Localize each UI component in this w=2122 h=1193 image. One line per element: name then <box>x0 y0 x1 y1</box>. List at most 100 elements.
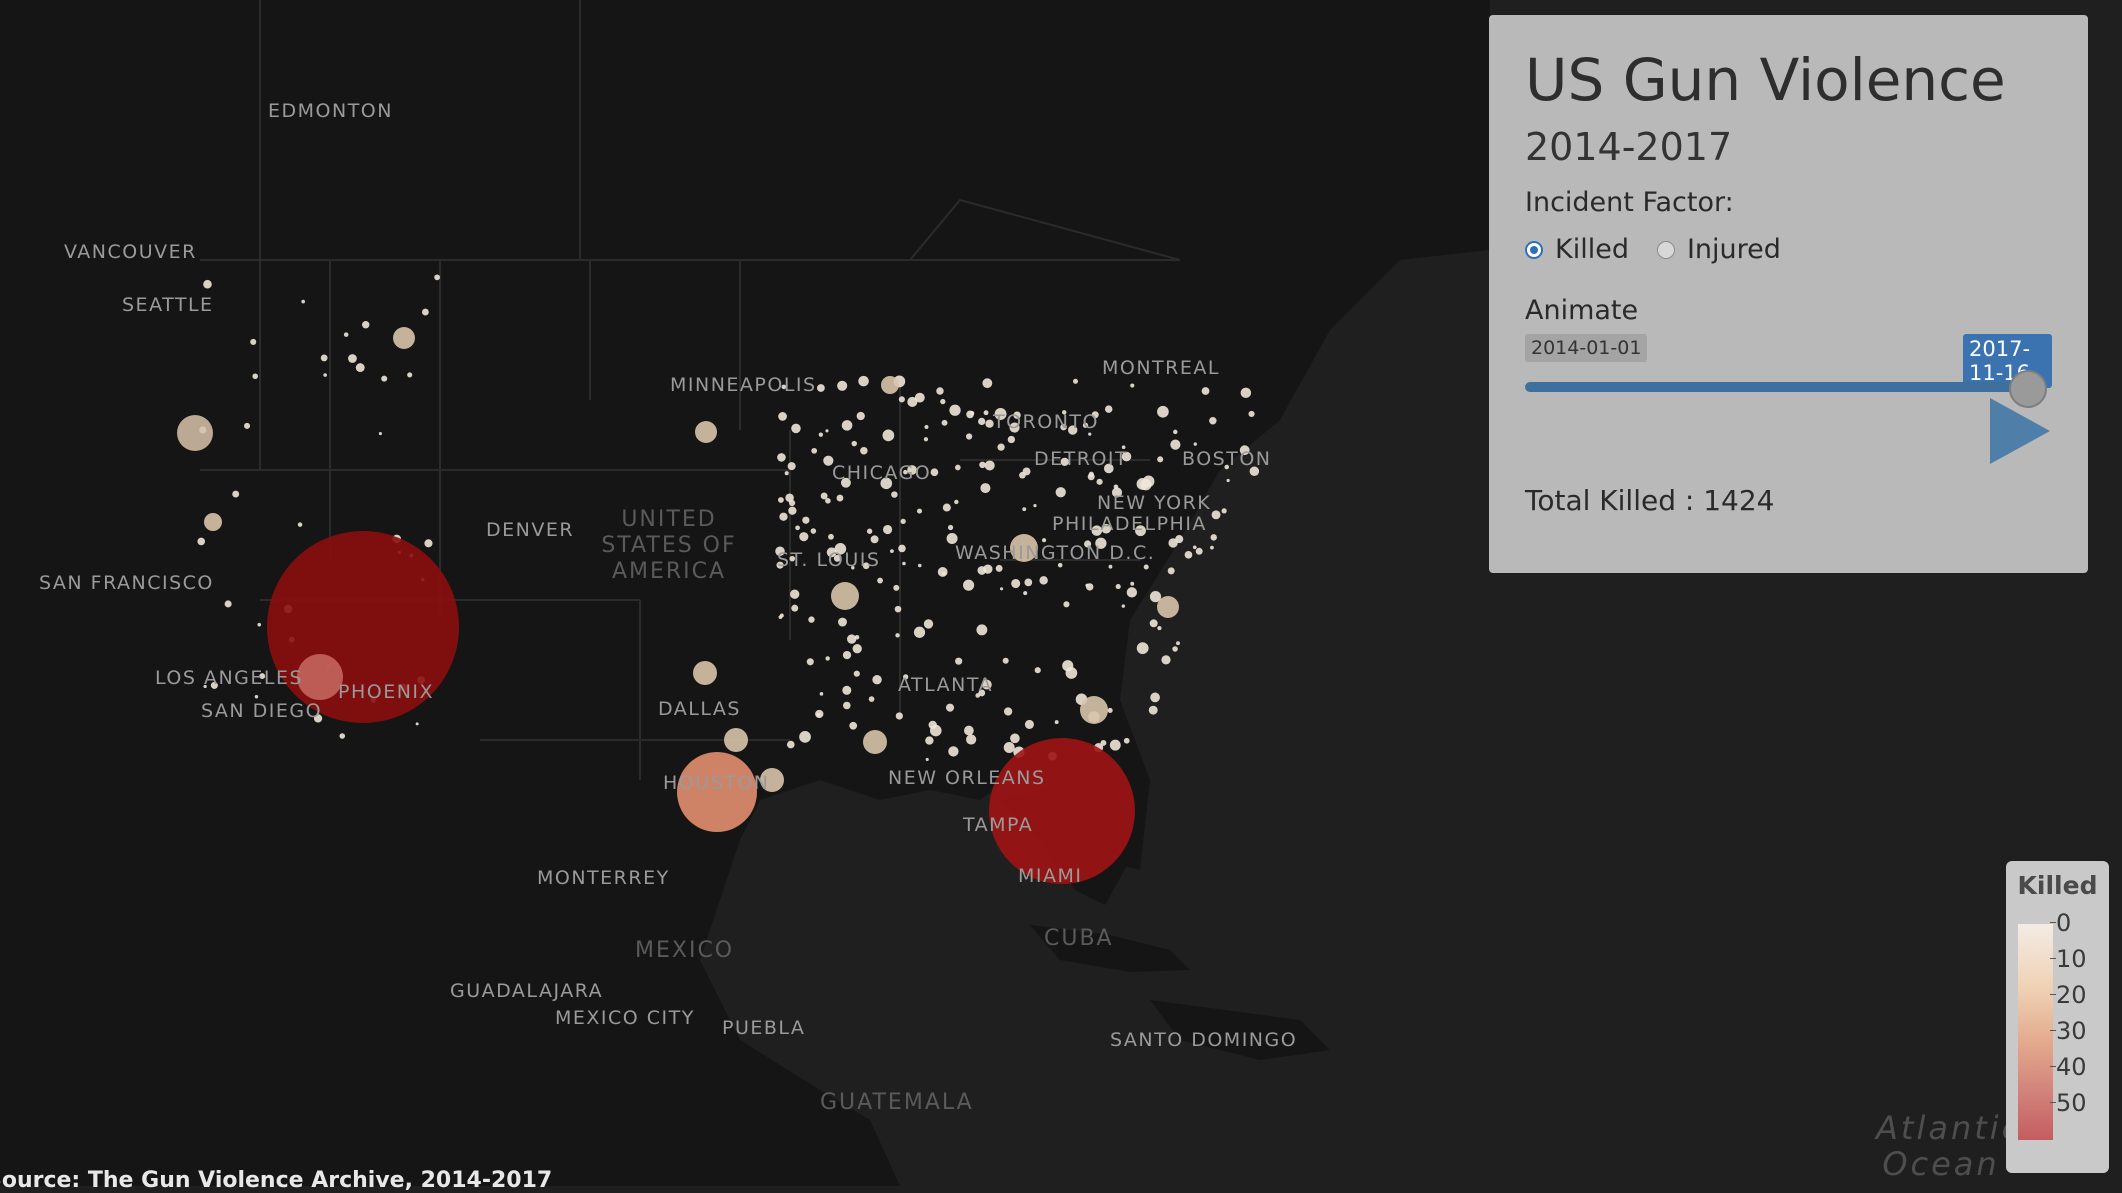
incident-marker[interactable] <box>954 464 961 471</box>
incident-marker[interactable] <box>785 493 794 502</box>
radio-injured[interactable]: Injured <box>1656 234 1781 265</box>
incident-marker[interactable] <box>828 533 834 540</box>
incident-marker[interactable] <box>955 657 963 665</box>
incident-marker[interactable] <box>849 721 858 730</box>
incident-marker[interactable] <box>966 410 974 419</box>
incident-marker[interactable] <box>942 572 946 576</box>
incident-marker[interactable] <box>917 563 922 568</box>
incident-marker[interactable] <box>898 544 906 553</box>
incident-marker[interactable] <box>976 624 988 636</box>
incident-marker[interactable] <box>677 752 757 832</box>
incident-marker[interactable] <box>422 308 429 316</box>
incident-marker[interactable] <box>1082 422 1089 428</box>
incident-marker[interactable] <box>791 423 801 434</box>
incident-marker[interactable] <box>852 644 862 654</box>
incident-marker[interactable] <box>810 528 817 534</box>
incident-marker[interactable] <box>257 622 262 627</box>
incident-marker[interactable] <box>1184 551 1193 559</box>
incident-marker[interactable] <box>1192 545 1197 550</box>
incident-marker[interactable] <box>301 299 305 304</box>
incident-marker[interactable] <box>323 373 327 377</box>
incident-marker[interactable] <box>1121 451 1132 462</box>
incident-marker[interactable] <box>252 373 258 380</box>
incident-marker[interactable] <box>1086 583 1094 591</box>
slider-track[interactable] <box>1525 382 2025 392</box>
incident-marker[interactable] <box>954 499 959 505</box>
incident-marker[interactable] <box>760 768 784 792</box>
incident-marker[interactable] <box>947 524 954 531</box>
incident-marker[interactable] <box>818 432 824 437</box>
incident-marker[interactable] <box>831 582 859 610</box>
incident-marker[interactable] <box>989 738 1135 884</box>
incident-marker[interactable] <box>1080 696 1108 724</box>
incident-marker[interactable] <box>1022 507 1027 512</box>
incident-marker[interactable] <box>407 372 413 378</box>
incident-marker[interactable] <box>786 740 795 749</box>
incident-marker[interactable] <box>979 461 986 469</box>
incident-marker[interactable] <box>1249 466 1260 476</box>
incident-marker[interactable] <box>313 714 323 723</box>
incident-marker[interactable] <box>244 422 251 429</box>
incident-marker[interactable] <box>1210 534 1217 541</box>
incident-marker[interactable] <box>1104 405 1113 413</box>
incident-marker[interactable] <box>1107 707 1113 713</box>
incident-marker[interactable] <box>940 398 946 405</box>
incident-marker[interactable] <box>424 539 433 548</box>
incident-marker[interactable] <box>1157 405 1169 418</box>
incident-marker[interactable] <box>693 661 717 685</box>
incident-marker[interactable] <box>1023 591 1028 596</box>
incident-marker[interactable] <box>851 565 855 570</box>
incident-marker[interactable] <box>882 524 893 535</box>
incident-marker[interactable] <box>1157 596 1179 618</box>
incident-marker[interactable] <box>1173 429 1178 435</box>
incident-marker[interactable] <box>1091 525 1103 536</box>
incident-marker[interactable] <box>1061 410 1067 415</box>
incident-marker[interactable] <box>197 537 206 546</box>
incident-marker[interactable] <box>1150 692 1160 703</box>
incident-marker[interactable] <box>1088 432 1092 436</box>
incident-marker[interactable] <box>1024 578 1033 587</box>
incident-marker[interactable] <box>808 616 815 623</box>
incident-marker[interactable] <box>777 453 786 462</box>
incident-marker[interactable] <box>1175 535 1184 544</box>
incident-marker[interactable] <box>963 725 974 736</box>
incident-marker[interactable] <box>1103 463 1114 474</box>
incident-marker[interactable] <box>1002 657 1009 664</box>
incident-marker[interactable] <box>942 503 951 512</box>
incident-marker[interactable] <box>250 338 257 345</box>
incident-marker[interactable] <box>1209 416 1217 425</box>
incident-marker[interactable] <box>381 375 388 382</box>
incident-marker[interactable] <box>1096 478 1103 485</box>
incident-marker[interactable] <box>1239 445 1250 456</box>
incident-marker[interactable] <box>1057 562 1063 568</box>
incident-marker[interactable] <box>724 728 748 752</box>
incident-marker[interactable] <box>203 279 212 289</box>
incident-marker[interactable] <box>1072 378 1079 384</box>
incident-marker[interactable] <box>1101 523 1112 534</box>
incident-marker[interactable] <box>1108 564 1113 569</box>
incident-marker[interactable] <box>778 497 784 503</box>
incident-marker[interactable] <box>1024 719 1034 729</box>
incident-marker[interactable] <box>946 532 958 545</box>
incident-marker[interactable] <box>775 546 785 556</box>
incident-marker[interactable] <box>1087 473 1095 481</box>
incident-marker[interactable] <box>840 477 851 488</box>
incident-marker[interactable] <box>254 695 259 699</box>
incident-marker[interactable] <box>355 363 365 373</box>
incident-marker[interactable] <box>177 415 213 451</box>
incident-marker[interactable] <box>965 433 973 440</box>
incident-marker[interactable] <box>966 734 977 745</box>
play-icon[interactable] <box>1990 398 2050 464</box>
incident-marker[interactable] <box>843 701 851 710</box>
incident-marker[interactable] <box>902 561 906 566</box>
incident-marker[interactable] <box>856 411 865 421</box>
incident-marker[interactable] <box>985 419 994 428</box>
incident-marker[interactable] <box>980 483 991 494</box>
incident-marker[interactable] <box>925 757 929 762</box>
incident-marker[interactable] <box>1195 547 1203 555</box>
incident-marker[interactable] <box>858 375 869 387</box>
incident-marker[interactable] <box>923 437 929 442</box>
incident-marker[interactable] <box>787 462 796 471</box>
incident-marker[interactable] <box>1226 478 1230 483</box>
incident-marker[interactable] <box>1068 425 1078 435</box>
